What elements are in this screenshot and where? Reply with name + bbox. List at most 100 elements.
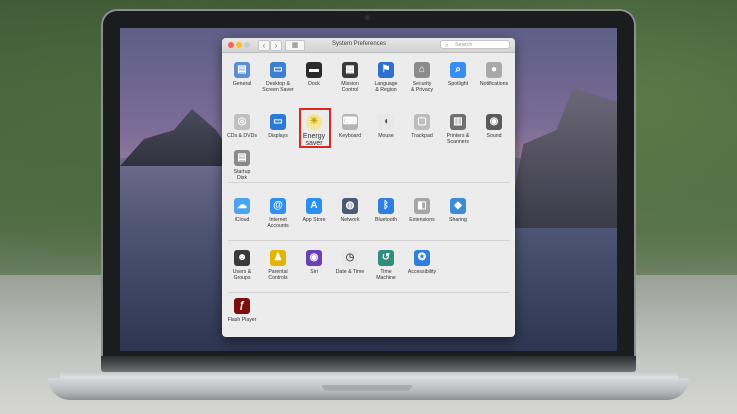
pane-printers-scanners[interactable]: ▥ Printers & Scanners <box>440 114 476 145</box>
pane-label: CDs & DVDs <box>227 133 257 139</box>
pane-label: Mouse <box>378 133 394 139</box>
pane-time-machine[interactable]: ↺ Time Machine <box>368 250 404 281</box>
extensions-icon: ◧ <box>414 198 430 214</box>
pane-label: Security & Privacy <box>411 81 433 93</box>
close-button[interactable] <box>228 42 234 48</box>
pane-label: App Store <box>302 217 326 223</box>
pane-mission-control[interactable]: ▦ Mission Control <box>332 62 368 93</box>
notifications-icon: ● <box>486 62 502 78</box>
pane-icloud[interactable]: ☁ iCloud <box>224 198 260 223</box>
pane-internet-accounts[interactable]: @ Internet Accounts <box>260 198 296 229</box>
pane-displays[interactable]: ▭ Displays <box>260 114 296 139</box>
back-button[interactable]: ‹ <box>258 40 270 51</box>
internet-accounts-icon: @ <box>270 198 286 214</box>
pane-label: Flash Player <box>227 317 257 323</box>
energy-saver-highlight <box>299 108 331 148</box>
search-icon: ⌕ <box>445 43 449 49</box>
pane-desktop-screensaver[interactable]: ▭ Desktop & Screen Saver <box>260 62 296 93</box>
pane-label: Siri <box>310 269 318 275</box>
displays-icon: ▭ <box>270 114 286 130</box>
pane-label: Extensions <box>409 217 435 223</box>
pane-security-privacy[interactable]: ⌂ Security & Privacy <box>404 62 440 93</box>
pane-sound[interactable]: ◉ Sound <box>476 114 512 139</box>
pane-mouse[interactable]: ◖ Mouse <box>368 114 404 139</box>
pane-label: Trackpad <box>411 133 433 139</box>
pane-label: Accessibility <box>407 269 437 275</box>
pane-dock[interactable]: ▬ Dock <box>296 62 332 87</box>
language-region-icon: ⚑ <box>378 62 394 78</box>
parental-controls-icon: ♟ <box>270 250 286 266</box>
pane-sharing[interactable]: ◆ Sharing <box>440 198 476 223</box>
pane-label: Users & Groups <box>232 269 252 281</box>
minimize-button[interactable] <box>236 42 242 48</box>
flash-player-icon: ƒ <box>234 298 250 314</box>
search-input[interactable]: ⌕ Search <box>440 40 510 49</box>
spotlight-icon: ⌕ <box>450 62 466 78</box>
pane-spotlight[interactable]: ⌕ Spotlight <box>440 62 476 87</box>
keyboard-icon: ⌨ <box>342 114 358 130</box>
window-title: System Preferences <box>332 41 387 47</box>
pane-extensions[interactable]: ◧ Extensions <box>404 198 440 223</box>
zoom-button[interactable] <box>244 42 250 48</box>
pane-label: Mission Control <box>341 81 359 93</box>
pane-flash-player[interactable]: ƒ Flash Player <box>224 298 260 323</box>
dock-icon: ▬ <box>306 62 322 78</box>
time-machine-icon: ↺ <box>378 250 394 266</box>
system-preferences-window: ‹ › ▦ System Preferences ⌕ Search ▤ Gener… <box>222 38 515 337</box>
cds-dvds-icon: ◎ <box>234 114 250 130</box>
pane-label: Notifications <box>479 81 509 87</box>
accessibility-icon: ✪ <box>414 250 430 266</box>
screen-bottom-bezel <box>101 356 636 372</box>
forward-button[interactable]: › <box>270 40 282 51</box>
pane-startup-disk[interactable]: ▤ Startup Disk <box>224 150 260 181</box>
pane-notifications[interactable]: ● Notifications <box>476 62 512 87</box>
pane-bluetooth[interactable]: ᛒ Bluetooth <box>368 198 404 223</box>
pane-siri[interactable]: ◉ Siri <box>296 250 332 275</box>
pane-language-region[interactable]: ⚑ Language & Region <box>368 62 404 93</box>
window-titlebar: ‹ › ▦ System Preferences ⌕ Search <box>222 38 515 53</box>
pane-label: Keyboard <box>338 133 362 139</box>
camera-icon <box>365 15 370 20</box>
pane-label: Parental Controls <box>268 269 288 281</box>
pane-label: Printers & Scanners <box>446 133 470 145</box>
pane-accessibility[interactable]: ✪ Accessibility <box>404 250 440 275</box>
section-divider <box>228 240 509 241</box>
trackpad-icon: ▢ <box>414 114 430 130</box>
siri-icon: ◉ <box>306 250 322 266</box>
pane-label: Time Machine <box>376 269 396 281</box>
app-store-icon: A <box>306 198 322 214</box>
pane-network[interactable]: ◍ Network <box>332 198 368 223</box>
pane-label: Language & Region <box>374 81 398 93</box>
show-all-button[interactable]: ▦ <box>285 40 305 51</box>
wallpaper-island-right <box>507 88 617 228</box>
pane-cds-dvds[interactable]: ◎ CDs & DVDs <box>224 114 260 139</box>
mouse-icon: ◖ <box>378 114 394 130</box>
pane-label: Spotlight <box>447 81 469 87</box>
pane-parental-controls[interactable]: ♟ Parental Controls <box>260 250 296 281</box>
network-icon: ◍ <box>342 198 358 214</box>
general-icon: ▤ <box>234 62 250 78</box>
sharing-icon: ◆ <box>450 198 466 214</box>
pane-users-groups[interactable]: ☻ Users & Groups <box>224 250 260 281</box>
pane-label: Bluetooth <box>375 217 397 223</box>
icloud-icon: ☁ <box>234 198 250 214</box>
pane-general[interactable]: ▤ General <box>224 62 260 87</box>
pane-label: General <box>232 81 252 87</box>
pane-label: Sharing <box>449 217 467 223</box>
pane-label: Date & Time <box>335 269 365 275</box>
pane-date-time[interactable]: ◷ Date & Time <box>332 250 368 275</box>
pane-label: Internet Accounts <box>267 217 289 229</box>
laptop-opening-notch <box>322 385 412 391</box>
mission-control-icon: ▦ <box>342 62 358 78</box>
pane-label: iCloud <box>234 217 250 223</box>
security-privacy-icon: ⌂ <box>414 62 430 78</box>
pane-label: Displays <box>268 133 288 139</box>
pane-trackpad[interactable]: ▢ Trackpad <box>404 114 440 139</box>
users-groups-icon: ☻ <box>234 250 250 266</box>
pane-keyboard[interactable]: ⌨ Keyboard <box>332 114 368 139</box>
pane-label: Network <box>340 217 360 223</box>
printers-scanners-icon: ▥ <box>450 114 466 130</box>
pane-app-store[interactable]: A App Store <box>296 198 332 223</box>
pane-label: Dock <box>308 81 320 87</box>
section-divider <box>228 182 509 183</box>
